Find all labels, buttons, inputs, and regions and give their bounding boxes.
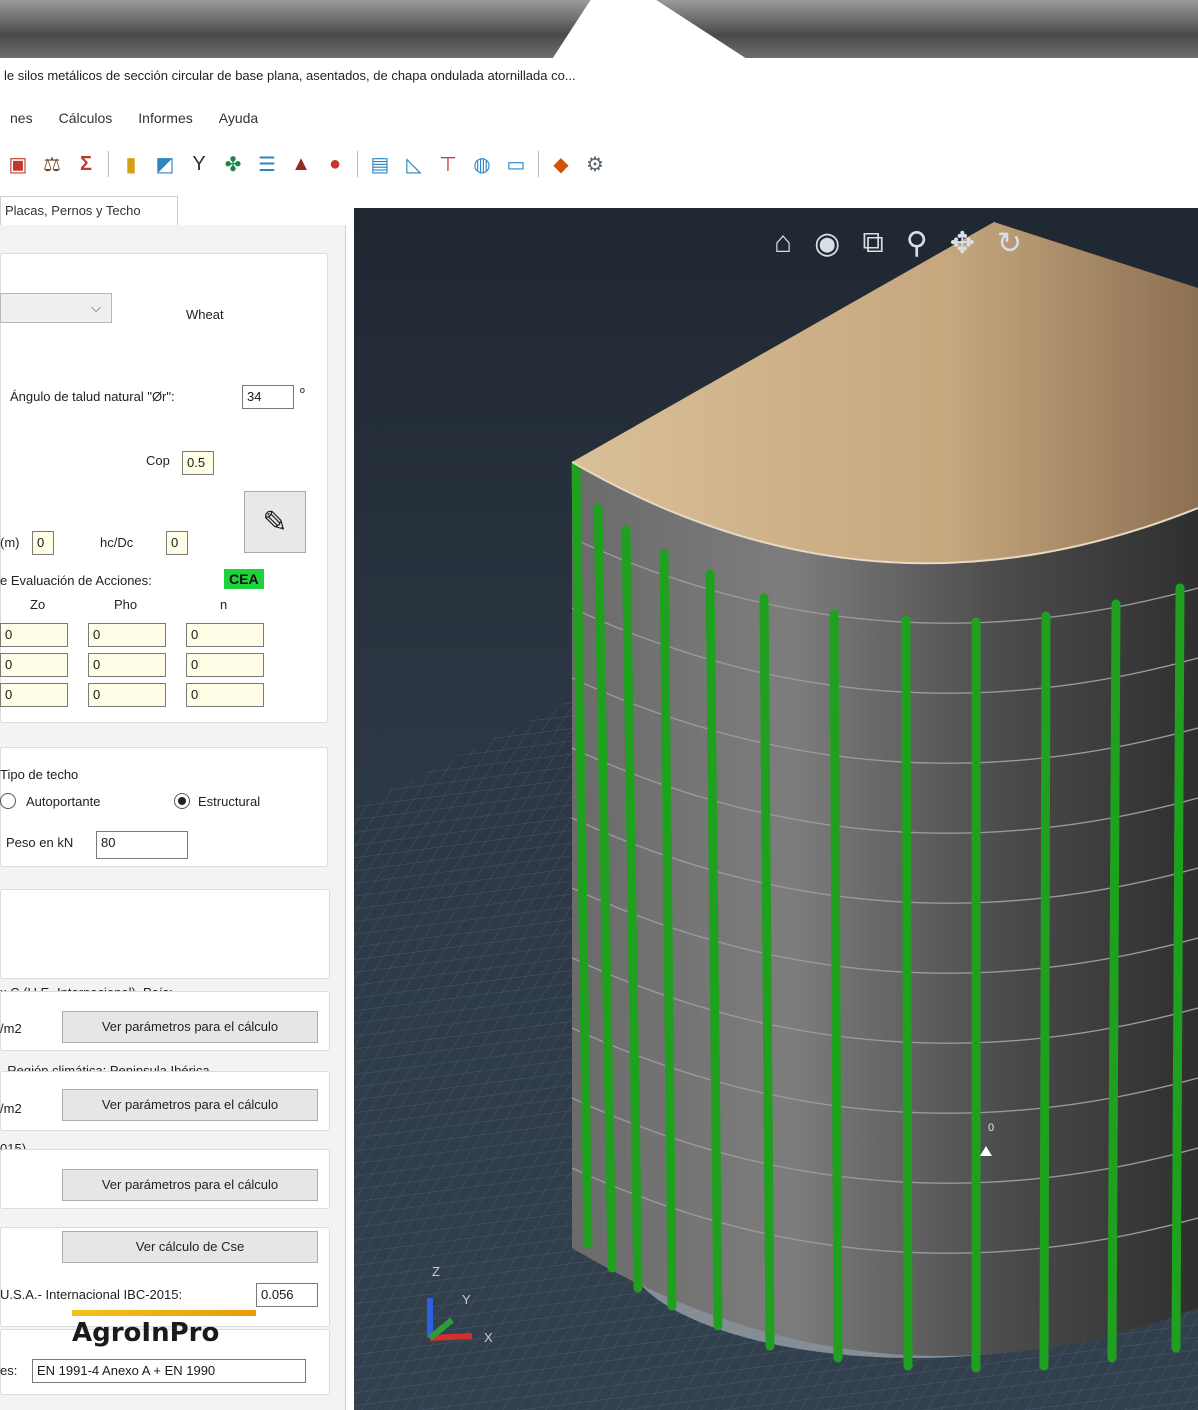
3d-viewport[interactable]: ⌂ ◉ ⧉ ⚲ ✥ ↻ Z Y X 0: [354, 208, 1198, 1410]
marker-label: 0: [988, 1122, 995, 1134]
axis-label-y: Y: [462, 1292, 471, 1307]
snow-params-button[interactable]: Ver parámetros para el cálculo: [62, 1089, 318, 1121]
seismic-params-button[interactable]: Ver parámetros para el cálculo: [62, 1169, 318, 1201]
roof-type-label: Tipo de techo: [0, 767, 79, 782]
empty-group: [0, 889, 330, 979]
menu-item-ayuda[interactable]: Ayuda: [219, 110, 258, 130]
col-header-pho: Pho: [114, 597, 138, 612]
toolbar-separator: [538, 151, 539, 177]
toolbar-separator: [357, 151, 358, 177]
axis-label-x: X: [484, 1330, 493, 1345]
wheat-icon[interactable]: ✎: [244, 491, 306, 553]
orbit-icon[interactable]: ◉: [814, 226, 840, 261]
chart-icon[interactable]: ⊤: [434, 150, 462, 178]
toolbar: ▣ ⚖ Σ ▮ ◩ Y ✤ ☰ ▲ ● ▤ ◺ ⊤ ◍ ▭ ◆ ⚙: [0, 142, 609, 186]
gear-icon[interactable]: ⚙: [581, 150, 609, 178]
snow-unit: /m2: [0, 1101, 22, 1116]
evaluation-label: e Evaluación de Acciones:: [0, 573, 152, 588]
logo-underline: [72, 1310, 256, 1316]
norm-field[interactable]: EN 1991-4 Anexo A + EN 1990: [32, 1359, 306, 1383]
n-field-1[interactable]: 0: [186, 623, 264, 647]
angle-field[interactable]: 34: [242, 385, 294, 409]
menu-item-opciones[interactable]: nes: [10, 110, 33, 130]
wind-unit: /m2: [0, 1021, 22, 1036]
material-name: Wheat: [186, 307, 224, 322]
silo-scene: [354, 222, 1198, 1410]
usa-field[interactable]: 0.056: [256, 1283, 318, 1307]
col-header-zo: Zo: [30, 597, 46, 612]
axis-label-z: Z: [432, 1264, 440, 1279]
n-field-3[interactable]: 0: [186, 683, 264, 707]
tag-icon[interactable]: ◆: [547, 150, 575, 178]
radio-estructural[interactable]: [174, 793, 190, 809]
zoom-icon[interactable]: ⚲: [906, 226, 928, 261]
angle-label: Ángulo de talud natural "Ør":: [10, 389, 175, 404]
roof-weight-label: Peso en kN: [6, 835, 74, 850]
settings-panel: ⌵ Wheat Ángulo de talud natural "Ør": 34…: [0, 225, 346, 1410]
pho-field-1[interactable]: 0: [88, 623, 166, 647]
layers-icon[interactable]: ☰: [253, 150, 281, 178]
chevron-down-icon: ⌵: [91, 300, 101, 315]
hcdc-label: hc/Dc: [100, 535, 134, 550]
grain-icon[interactable]: ✤: [219, 150, 247, 178]
sphere-icon[interactable]: ●: [321, 150, 349, 178]
evaluation-badge: CEA: [224, 569, 264, 589]
scale-icon[interactable]: ⚖: [38, 150, 66, 178]
usa-label: U.S.A.- Internacional IBC-2015:: [0, 1287, 183, 1302]
n-field-2[interactable]: 0: [186, 653, 264, 677]
radio-autoportante-label: Autoportante: [26, 794, 101, 809]
cop-field[interactable]: 0.5: [182, 451, 214, 475]
roof-weight-field[interactable]: 80: [96, 831, 188, 859]
tab-placas-pernos-techo[interactable]: Placas, Pernos y Techo: [0, 196, 178, 226]
pho-field-2[interactable]: 0: [88, 653, 166, 677]
hcdc-field[interactable]: 0: [166, 531, 188, 555]
sigma-icon[interactable]: Σ: [72, 150, 100, 178]
menu-item-calculos[interactable]: Cálculos: [59, 110, 113, 130]
cse-button[interactable]: Ver cálculo de Cse: [62, 1231, 318, 1263]
zoom-window-icon[interactable]: ⧉: [862, 226, 883, 261]
radio-estructural-label: Estructural: [198, 794, 261, 809]
zo-field-3[interactable]: 0: [0, 683, 68, 707]
zo-field-1[interactable]: 0: [0, 623, 68, 647]
window-title: le silos metálicos de sección circular d…: [0, 60, 1000, 92]
radio-autoportante[interactable]: [0, 793, 16, 809]
m-label: (m): [0, 535, 20, 550]
globe-icon[interactable]: ◍: [468, 150, 496, 178]
col-header-n: n: [220, 597, 228, 612]
norm-label: es:: [0, 1363, 18, 1378]
puzzle-icon[interactable]: ◩: [151, 150, 179, 178]
silo-icon[interactable]: ▣: [4, 150, 32, 178]
cop-label: Cop: [146, 453, 170, 468]
monitor-icon[interactable]: ▭: [502, 150, 530, 178]
view-controls: ⌂ ◉ ⧉ ⚲ ✥ ↻: [774, 226, 1022, 261]
zo-field-2[interactable]: 0: [0, 653, 68, 677]
menu-item-informes[interactable]: Informes: [138, 110, 192, 130]
pan-icon[interactable]: ✥: [950, 226, 975, 261]
brand-logo: AgroInPro: [72, 1318, 220, 1348]
home-icon[interactable]: ⌂: [774, 226, 792, 261]
m-field[interactable]: 0: [32, 531, 54, 555]
funnel-icon[interactable]: Y: [185, 150, 213, 178]
toolbar-separator: [108, 151, 109, 177]
wind-params-button[interactable]: Ver parámetros para el cálculo: [62, 1011, 318, 1043]
table-icon[interactable]: ▤: [366, 150, 394, 178]
material-select[interactable]: ⌵: [0, 293, 112, 323]
rotate-icon[interactable]: ↻: [997, 226, 1022, 261]
menu-bar: nes Cálculos Informes Ayuda: [0, 100, 268, 140]
roof-icon[interactable]: ▲: [287, 150, 315, 178]
pho-field-3[interactable]: 0: [88, 683, 166, 707]
triangle-ruler-icon[interactable]: ◺: [400, 150, 428, 178]
angle-unit: º: [300, 385, 305, 400]
book-icon[interactable]: ▮: [117, 150, 145, 178]
